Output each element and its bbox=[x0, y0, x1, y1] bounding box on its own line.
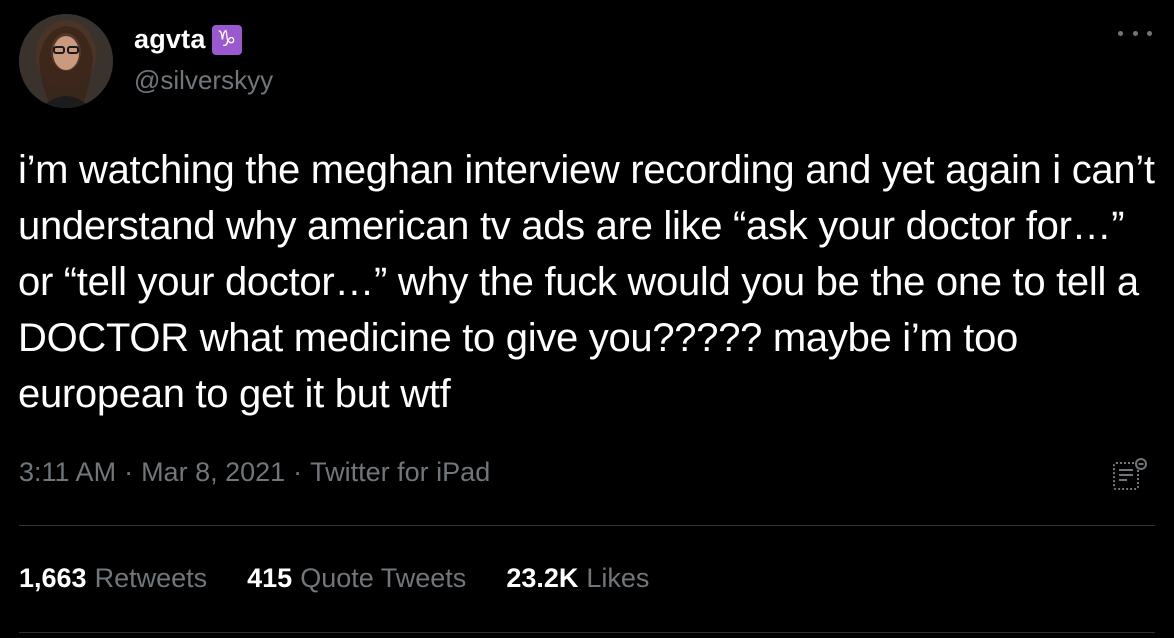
tweet-time[interactable]: 3:11 AM bbox=[19, 457, 116, 488]
retweets-label: Retweets bbox=[94, 563, 208, 593]
tweet-date[interactable]: Mar 8, 2021 bbox=[141, 457, 285, 488]
meta-separator: · bbox=[124, 457, 134, 487]
likes-count: 23.2K bbox=[506, 563, 579, 593]
more-horizontal-icon[interactable] bbox=[1118, 26, 1152, 40]
user-handle[interactable]: @silverskyy bbox=[134, 65, 273, 96]
tweet-card: agvta ♑ @silverskyy i’m watching the meg… bbox=[0, 0, 1174, 638]
tweet-meta: 3:11 AM · Mar 8, 2021 · Twitter for iPad bbox=[19, 457, 490, 488]
quote-tweets-stat[interactable]: 415 Quote Tweets bbox=[247, 563, 466, 594]
dot bbox=[1147, 30, 1152, 36]
likes-stat[interactable]: 23.2K Likes bbox=[506, 563, 649, 594]
dot bbox=[1118, 30, 1123, 36]
analytics-icon[interactable] bbox=[1110, 455, 1150, 495]
avatar-image bbox=[19, 14, 113, 108]
tweet-text: i’m watching the meghan interview record… bbox=[18, 148, 1155, 416]
quote-tweets-label: Quote Tweets bbox=[300, 563, 467, 593]
tweet-stats: 1,663 Retweets 415 Quote Tweets 23.2K Li… bbox=[19, 563, 649, 594]
likes-label: Likes bbox=[586, 563, 650, 593]
retweets-count: 1,663 bbox=[19, 563, 87, 593]
display-name[interactable]: agvta bbox=[134, 24, 206, 55]
capricorn-icon: ♑ bbox=[211, 24, 242, 55]
tweet-source[interactable]: Twitter for iPad bbox=[310, 457, 490, 488]
quote-tweets-count: 415 bbox=[247, 563, 293, 593]
divider bbox=[19, 632, 1155, 633]
meta-separator: · bbox=[293, 457, 303, 487]
user-name-row: agvta ♑ bbox=[134, 24, 242, 55]
divider bbox=[19, 525, 1155, 526]
dot bbox=[1132, 30, 1138, 36]
avatar[interactable] bbox=[19, 14, 113, 108]
retweets-stat[interactable]: 1,663 Retweets bbox=[19, 563, 207, 594]
